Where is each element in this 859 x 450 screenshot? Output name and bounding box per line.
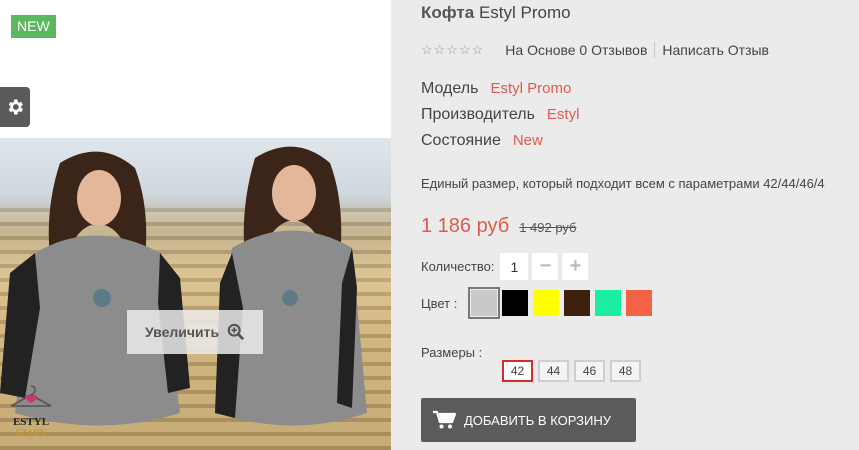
- quantity-input[interactable]: 1: [500, 253, 529, 280]
- color-swatch[interactable]: [533, 290, 560, 316]
- logo-text-bottom: SZARY: [15, 428, 47, 438]
- product-description: Единый размер, который подходит всем с п…: [421, 176, 825, 191]
- spec-value: New: [512, 132, 543, 149]
- spec-value[interactable]: Estyl: [547, 106, 580, 123]
- hanger-icon: [10, 385, 52, 407]
- spec-value: Estyl Promo: [490, 80, 572, 97]
- product-image-panel: NEW Увеличить ESTYL SZARY: [0, 0, 391, 450]
- gear-icon: [8, 99, 23, 115]
- size-option-42[interactable]: 42: [502, 360, 533, 382]
- current-price: 1 186 руб: [421, 215, 510, 237]
- product-type: Кофта: [421, 3, 475, 22]
- add-to-cart-label: ДОБАВИТЬ В КОРЗИНУ: [464, 412, 611, 428]
- color-swatches: [468, 287, 657, 319]
- write-review-link[interactable]: Написать Отзыв: [662, 42, 769, 58]
- rating-divider: [654, 42, 656, 58]
- new-badge: NEW: [11, 15, 56, 38]
- zoom-in-icon: [227, 323, 245, 341]
- spec-label: Производитель: [421, 106, 535, 123]
- size-option-44[interactable]: 44: [538, 360, 569, 382]
- old-price: 1 492 руб: [519, 220, 577, 235]
- star-empty-icon: ☆: [471, 42, 484, 57]
- quantity-minus-button[interactable]: −: [532, 253, 559, 280]
- size-option-48[interactable]: 48: [610, 360, 641, 382]
- model-figures: [0, 146, 367, 426]
- rating-stars: ☆ ☆ ☆ ☆ ☆: [421, 42, 483, 58]
- color-swatch[interactable]: [626, 290, 653, 316]
- product-name: Estyl Promo: [478, 3, 571, 22]
- spec-model: Модель Estyl Promo: [421, 80, 571, 98]
- reviews-count-link[interactable]: На Основе 0 Отзывов: [505, 42, 647, 58]
- star-empty-icon: ☆: [421, 42, 433, 57]
- add-to-cart-button[interactable]: ДОБАВИТЬ В КОРЗИНУ: [421, 398, 636, 442]
- color-row: Цвет :: [421, 287, 657, 319]
- rating-row: ☆ ☆ ☆ ☆ ☆ На Основе 0 Отзывов Написать О…: [421, 42, 769, 58]
- star-empty-icon: ☆: [446, 42, 458, 57]
- sizes-label: Размеры :: [421, 345, 483, 360]
- color-swatch[interactable]: [502, 290, 529, 316]
- quantity-label: Количество:: [421, 259, 495, 274]
- zoom-button[interactable]: Увеличить: [127, 310, 263, 354]
- color-label: Цвет :: [421, 295, 458, 311]
- star-empty-icon: ☆: [433, 42, 446, 57]
- price-row: 1 186 руб 1 492 руб: [421, 215, 577, 238]
- star-empty-icon: ☆: [458, 42, 471, 57]
- color-swatch[interactable]: [595, 290, 622, 316]
- estyl-logo: ESTYL SZARY: [8, 383, 54, 443]
- quantity-row: Количество: 1 − +: [421, 253, 589, 280]
- spec-condition: Состояние New: [421, 132, 543, 150]
- quantity-plus-button[interactable]: +: [562, 253, 589, 280]
- size-options: 42 44 46 48: [502, 360, 641, 382]
- zoom-label: Увеличить: [145, 324, 220, 340]
- spec-label: Состояние: [421, 132, 501, 149]
- product-photo[interactable]: [0, 138, 391, 450]
- size-option-46[interactable]: 46: [574, 360, 605, 382]
- cart-icon: [433, 410, 456, 429]
- color-swatch[interactable]: [468, 287, 501, 319]
- spec-label: Модель: [421, 80, 479, 97]
- logo-text-top: ESTYL: [12, 416, 50, 428]
- settings-gear-button[interactable]: [0, 87, 30, 127]
- spec-manufacturer: Производитель Estyl: [421, 106, 579, 124]
- product-title: Кофта Estyl Promo: [421, 3, 571, 23]
- color-swatch[interactable]: [564, 290, 591, 316]
